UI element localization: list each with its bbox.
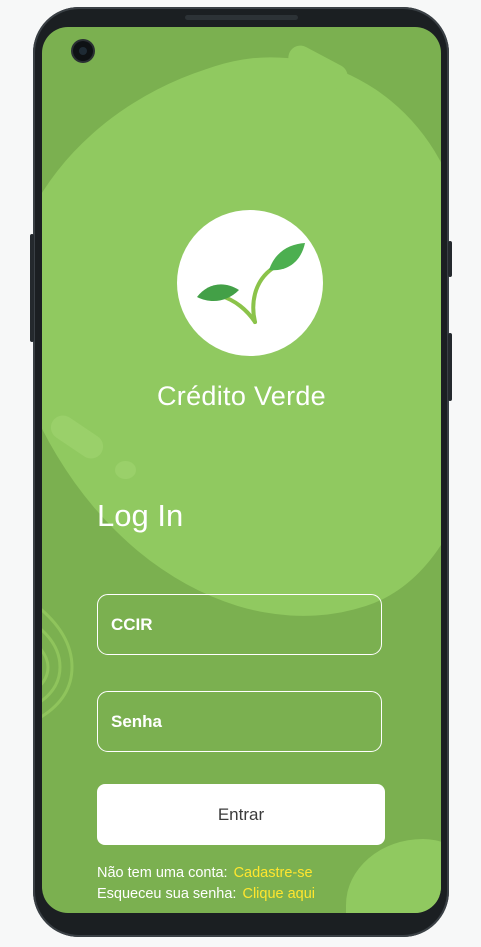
login-button-label: Entrar	[217, 804, 265, 824]
forgot-line: Esqueceu sua senha: Clique aqui	[97, 886, 315, 902]
page-title: Log In	[97, 498, 184, 533]
power-button-top	[448, 241, 452, 277]
power-button	[448, 333, 452, 401]
background-blob	[42, 27, 441, 686]
front-camera-icon	[73, 41, 93, 61]
decor-blob-bottom	[346, 839, 441, 913]
signup-prompt: Não tem uma conta:	[97, 865, 228, 881]
decor-dot	[115, 461, 136, 479]
signup-line: Não tem uma conta: Cadastre-se	[97, 865, 313, 881]
app-name: Crédito Verde	[157, 381, 326, 411]
forgot-password-link[interactable]: Clique aqui	[242, 886, 315, 902]
sprout-icon	[197, 243, 305, 324]
login-button[interactable]: Entrar	[97, 784, 385, 845]
ccir-field[interactable]: CCIR	[97, 594, 382, 655]
signup-link[interactable]: Cadastre-se	[234, 865, 313, 881]
speaker-notch	[185, 15, 298, 20]
password-placeholder: Senha	[111, 711, 163, 731]
app-logo	[177, 210, 323, 356]
forgot-prompt: Esqueceu sua senha:	[97, 886, 237, 902]
decor-contour-lines	[42, 608, 74, 719]
app-screen: Crédito Verde Log In CCIR Senha Entrar N…	[42, 27, 441, 913]
password-field[interactable]: Senha	[97, 691, 382, 752]
ccir-placeholder: CCIR	[111, 614, 153, 634]
volume-button	[30, 234, 34, 342]
